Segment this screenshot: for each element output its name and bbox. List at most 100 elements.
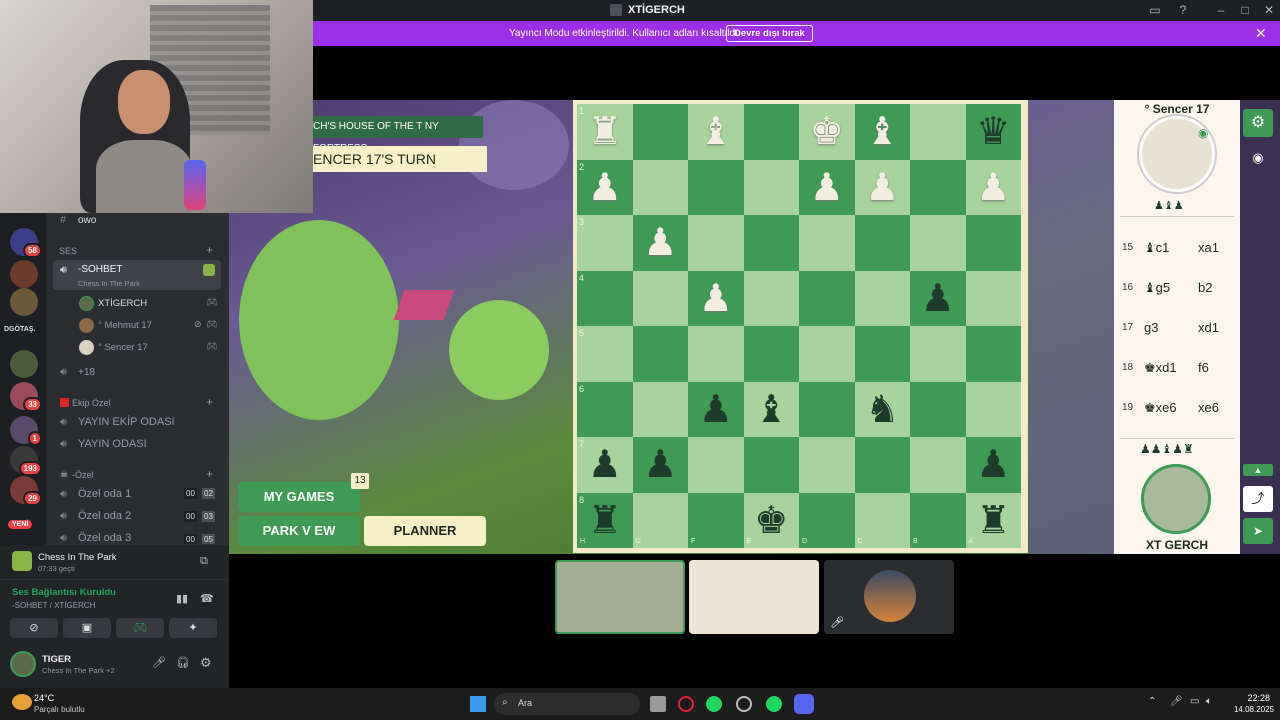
help-icon[interactable]: ? [1172,2,1194,19]
chess-piece[interactable]: ♜ [577,501,633,539]
board-square[interactable] [854,492,910,548]
volume-icon[interactable]: 🔈︎ [1206,696,1212,707]
more-users-count[interactable]: +18 [78,367,95,378]
chess-piece[interactable]: ♞ [855,390,911,428]
move-black[interactable]: f6 [1198,360,1209,375]
server-icon[interactable]: 193 [10,446,42,476]
close-window-icon[interactable]: ✕ [1258,2,1280,19]
board-square[interactable] [799,326,855,382]
send-icon[interactable]: ➤ [1243,518,1273,544]
board-square[interactable] [910,381,966,437]
disconnect-icon[interactable]: ☎ [200,592,214,605]
board-square[interactable] [632,104,688,160]
share-icon[interactable]: ⤴ [1243,486,1273,512]
board-square[interactable] [910,159,966,215]
server-icon[interactable] [10,260,38,288]
task-view-icon[interactable] [650,696,666,712]
move-white[interactable]: ♝c1 [1144,240,1169,256]
board-square[interactable] [854,215,910,271]
chess-piece[interactable]: ♛ [966,112,1022,150]
spotify-icon[interactable] [706,696,722,712]
weather-temperature[interactable]: 24°C [34,693,54,703]
move-black[interactable]: xe6 [1198,400,1219,415]
move-white[interactable]: ♝g5 [1144,280,1170,296]
chess-piece[interactable]: ♟ [688,390,744,428]
signal-icon[interactable]: ▮▮ [176,592,188,605]
voice-channel-path[interactable]: -SOHBET / XTİGERCH [12,601,95,610]
board-square[interactable] [799,215,855,271]
activity-button[interactable]: 🎮︎ [116,618,164,638]
chess-piece[interactable]: ♟ [799,168,855,206]
chess-piece[interactable]: ♟ [910,279,966,317]
chess-board[interactable]: 1 2 3 4 5 6 7 8 H G F E D C B A ♜ ♝ ♚ ♝ ♛ ♟ ♟ ♟ ♟ ♟ ♟ ♟ ♟ ♝ ♞ ♟ ♟ ♟ ♜ ♚ ♜ [573,100,1028,553]
category-ekip-ozel[interactable]: Ekip Özel [72,398,111,408]
board-square[interactable] [799,437,855,493]
banner-close-icon[interactable]: ✕ [1255,25,1267,42]
weather-icon[interactable] [12,694,32,710]
board-square[interactable] [965,270,1021,326]
board-square[interactable] [910,437,966,493]
settings-gear-icon[interactable]: ⚙ [1243,109,1273,137]
mic-tray-icon[interactable]: 🎤︎ [1170,696,1183,707]
board-square[interactable] [965,215,1021,271]
server-icon[interactable]: 33 [10,382,42,412]
network-icon[interactable]: ▭ [1190,696,1199,707]
board-square[interactable] [577,270,633,326]
chess-piece[interactable]: ♝ [855,112,911,150]
chess-piece[interactable]: ♝ [688,112,744,150]
board-square[interactable] [910,215,966,271]
move-black[interactable]: xa1 [1198,240,1219,255]
microphone-icon[interactable]: 🎤︎ [152,656,166,669]
scroll-up-icon[interactable]: ▲ [1243,464,1273,476]
screen-share-button[interactable]: ▣ [63,618,111,638]
discord-icon[interactable] [794,694,814,714]
board-square[interactable] [743,270,799,326]
add-channel-icon[interactable]: + [206,395,213,409]
board-square[interactable] [743,326,799,382]
server-icon[interactable] [10,288,38,316]
board-square[interactable] [688,326,744,382]
voice-channel[interactable]: Özel oda 3 [78,532,131,544]
board-square[interactable] [910,326,966,382]
tray-chevron-icon[interactable]: ⌃ [1148,696,1156,707]
chess-piece[interactable]: ♟ [633,223,689,261]
move-white[interactable]: ♚xe6 [1144,400,1177,416]
spectate-eye-icon[interactable]: ◉ [1243,144,1273,172]
add-channel-icon[interactable]: + [206,243,213,257]
spotify-icon[interactable] [766,696,782,712]
participant-tile-sencer[interactable] [689,560,819,634]
user-name[interactable]: TIGER [42,654,71,665]
chess-piece[interactable]: ♟ [966,168,1022,206]
weather-description[interactable]: Parçalı bulutlu [34,705,85,714]
soundboard-button[interactable]: ✦ [169,618,217,638]
board-square[interactable] [632,381,688,437]
move-black[interactable]: b2 [1198,280,1212,295]
chess-piece[interactable]: ♚ [744,501,800,539]
board-square[interactable] [799,381,855,437]
chess-piece[interactable]: ♟ [688,279,744,317]
chess-piece[interactable]: ♟ [633,445,689,483]
chess-piece[interactable]: ♟ [577,445,633,483]
move-black[interactable]: xd1 [1198,320,1219,335]
board-square[interactable] [688,159,744,215]
board-square[interactable] [854,270,910,326]
user-avatar[interactable] [10,651,36,677]
chess-piece[interactable]: ♟ [966,445,1022,483]
my-games-button[interactable]: MY GAMES [238,482,360,512]
voice-channel[interactable]: YAYIN EKİP ODASI [78,416,175,428]
category-ses[interactable]: SES [59,246,77,256]
voice-channel[interactable]: Özel oda 1 [78,488,131,500]
search-box[interactable]: ⌕ Ara [494,693,640,715]
server-icon[interactable]: 1 [10,416,42,446]
board-square[interactable] [632,326,688,382]
board-square[interactable] [577,381,633,437]
chess-piece[interactable]: ♜ [577,112,633,150]
board-square[interactable] [632,270,688,326]
board-square[interactable] [743,215,799,271]
board-square[interactable] [799,270,855,326]
clock-time[interactable]: 22:28 [1228,693,1270,703]
voice-channel[interactable]: YAYIN ODASI [78,438,147,450]
chess-piece[interactable]: ♟ [577,168,633,206]
board-square[interactable] [743,104,799,160]
voice-user-sencer[interactable]: ° Sencer 17 [98,342,148,353]
